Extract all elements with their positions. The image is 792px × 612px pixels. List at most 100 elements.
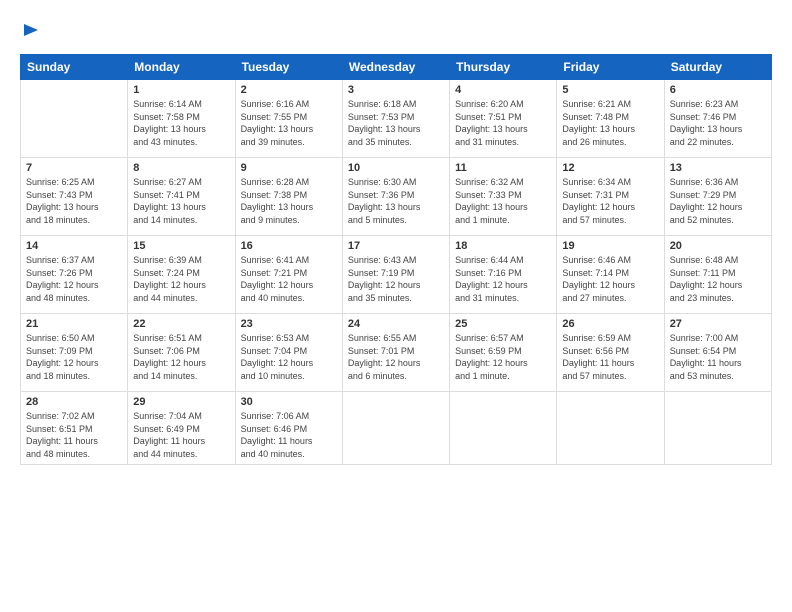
day-number: 11 bbox=[455, 162, 551, 174]
calendar-cell bbox=[21, 80, 128, 158]
calendar-cell: 27 Sunrise: 7:00 AM Sunset: 6:54 PM Dayli… bbox=[664, 314, 771, 392]
calendar-cell: 15 Sunrise: 6:39 AM Sunset: 7:24 PM Dayli… bbox=[128, 236, 235, 314]
calendar-cell: 8 Sunrise: 6:27 AM Sunset: 7:41 PM Daylig… bbox=[128, 158, 235, 236]
day-info: Sunrise: 6:59 AM Sunset: 6:56 PM Dayligh… bbox=[562, 332, 658, 382]
day-number: 6 bbox=[670, 84, 766, 96]
calendar-week-row: 7Sunrise: 6:25 AM Sunset: 7:43 PM Daylig… bbox=[21, 158, 772, 236]
day-info: Sunrise: 7:06 AM Sunset: 6:46 PM Dayligh… bbox=[241, 410, 337, 460]
day-number: 19 bbox=[562, 240, 658, 252]
calendar-cell: 16 Sunrise: 6:41 AM Sunset: 7:21 PM Dayli… bbox=[235, 236, 342, 314]
calendar-week-row: 14 Sunrise: 6:37 AM Sunset: 7:26 PM Dayli… bbox=[21, 236, 772, 314]
logo-flag-icon bbox=[22, 22, 40, 44]
calendar-cell bbox=[664, 392, 771, 465]
day-number: 29 bbox=[133, 396, 229, 408]
day-info: Sunrise: 6:39 AM Sunset: 7:24 PM Dayligh… bbox=[133, 254, 229, 304]
day-number: 26 bbox=[562, 318, 658, 330]
weekday-header-thursday: Thursday bbox=[450, 55, 557, 80]
day-info: Sunrise: 6:36 AM Sunset: 7:29 PM Dayligh… bbox=[670, 176, 766, 226]
weekday-header-monday: Monday bbox=[128, 55, 235, 80]
calendar-cell: 20 Sunrise: 6:48 AM Sunset: 7:11 PM Dayli… bbox=[664, 236, 771, 314]
day-info: Sunrise: 6:30 AM Sunset: 7:36 PM Dayligh… bbox=[348, 176, 444, 226]
calendar-week-row: 28Sunrise: 7:02 AM Sunset: 6:51 PM Dayli… bbox=[21, 392, 772, 465]
calendar-cell: 1 Sunrise: 6:14 AM Sunset: 7:58 PM Daylig… bbox=[128, 80, 235, 158]
day-info: Sunrise: 6:34 AM Sunset: 7:31 PM Dayligh… bbox=[562, 176, 658, 226]
day-number: 5 bbox=[562, 84, 658, 96]
day-info: Sunrise: 7:04 AM Sunset: 6:49 PM Dayligh… bbox=[133, 410, 229, 460]
calendar-cell: 14 Sunrise: 6:37 AM Sunset: 7:26 PM Dayli… bbox=[21, 236, 128, 314]
day-number: 4 bbox=[455, 84, 551, 96]
day-info: Sunrise: 6:55 AM Sunset: 7:01 PM Dayligh… bbox=[348, 332, 444, 382]
calendar-cell bbox=[450, 392, 557, 465]
calendar-cell: 12 Sunrise: 6:34 AM Sunset: 7:31 PM Dayli… bbox=[557, 158, 664, 236]
day-info: Sunrise: 6:14 AM Sunset: 7:58 PM Dayligh… bbox=[133, 98, 229, 148]
day-number: 22 bbox=[133, 318, 229, 330]
day-info: Sunrise: 6:44 AM Sunset: 7:16 PM Dayligh… bbox=[455, 254, 551, 304]
calendar-cell: 13 Sunrise: 6:36 AM Sunset: 7:29 PM Dayli… bbox=[664, 158, 771, 236]
calendar-cell: 30 Sunrise: 7:06 AM Sunset: 6:46 PM Dayli… bbox=[235, 392, 342, 465]
day-info: Sunrise: 6:51 AM Sunset: 7:06 PM Dayligh… bbox=[133, 332, 229, 382]
calendar-table: SundayMondayTuesdayWednesdayThursdayFrid… bbox=[20, 54, 772, 465]
calendar-cell bbox=[342, 392, 449, 465]
calendar-cell: 24 Sunrise: 6:55 AM Sunset: 7:01 PM Dayli… bbox=[342, 314, 449, 392]
calendar-cell: 23 Sunrise: 6:53 AM Sunset: 7:04 PM Dayli… bbox=[235, 314, 342, 392]
calendar-cell: 10Sunrise: 6:30 AM Sunset: 7:36 PM Dayli… bbox=[342, 158, 449, 236]
day-info: Sunrise: 7:02 AM Sunset: 6:51 PM Dayligh… bbox=[26, 410, 122, 460]
day-info: Sunrise: 6:46 AM Sunset: 7:14 PM Dayligh… bbox=[562, 254, 658, 304]
calendar-cell: 2 Sunrise: 6:16 AM Sunset: 7:55 PM Daylig… bbox=[235, 80, 342, 158]
calendar-cell: 28Sunrise: 7:02 AM Sunset: 6:51 PM Dayli… bbox=[21, 392, 128, 465]
calendar-week-row: 1 Sunrise: 6:14 AM Sunset: 7:58 PM Daylig… bbox=[21, 80, 772, 158]
weekday-header-friday: Friday bbox=[557, 55, 664, 80]
day-number: 16 bbox=[241, 240, 337, 252]
day-number: 24 bbox=[348, 318, 444, 330]
calendar-cell: 7Sunrise: 6:25 AM Sunset: 7:43 PM Daylig… bbox=[21, 158, 128, 236]
day-info: Sunrise: 6:57 AM Sunset: 6:59 PM Dayligh… bbox=[455, 332, 551, 382]
calendar-cell: 21 Sunrise: 6:50 AM Sunset: 7:09 PM Dayli… bbox=[21, 314, 128, 392]
day-number: 17 bbox=[348, 240, 444, 252]
weekday-header-tuesday: Tuesday bbox=[235, 55, 342, 80]
day-info: Sunrise: 6:53 AM Sunset: 7:04 PM Dayligh… bbox=[241, 332, 337, 382]
day-info: Sunrise: 6:25 AM Sunset: 7:43 PM Dayligh… bbox=[26, 176, 122, 226]
day-number: 15 bbox=[133, 240, 229, 252]
calendar-week-row: 21 Sunrise: 6:50 AM Sunset: 7:09 PM Dayli… bbox=[21, 314, 772, 392]
calendar-cell: 29 Sunrise: 7:04 AM Sunset: 6:49 PM Dayli… bbox=[128, 392, 235, 465]
day-info: Sunrise: 6:21 AM Sunset: 7:48 PM Dayligh… bbox=[562, 98, 658, 148]
day-info: Sunrise: 7:00 AM Sunset: 6:54 PM Dayligh… bbox=[670, 332, 766, 382]
day-info: Sunrise: 6:27 AM Sunset: 7:41 PM Dayligh… bbox=[133, 176, 229, 226]
day-number: 25 bbox=[455, 318, 551, 330]
day-info: Sunrise: 6:48 AM Sunset: 7:11 PM Dayligh… bbox=[670, 254, 766, 304]
calendar-cell: 17 Sunrise: 6:43 AM Sunset: 7:19 PM Dayli… bbox=[342, 236, 449, 314]
day-number: 12 bbox=[562, 162, 658, 174]
header bbox=[20, 18, 772, 44]
calendar-cell: 11 Sunrise: 6:32 AM Sunset: 7:33 PM Dayli… bbox=[450, 158, 557, 236]
day-info: Sunrise: 6:50 AM Sunset: 7:09 PM Dayligh… bbox=[26, 332, 122, 382]
day-number: 14 bbox=[26, 240, 122, 252]
calendar-cell: 26 Sunrise: 6:59 AM Sunset: 6:56 PM Dayli… bbox=[557, 314, 664, 392]
day-number: 27 bbox=[670, 318, 766, 330]
day-number: 9 bbox=[241, 162, 337, 174]
weekday-header-wednesday: Wednesday bbox=[342, 55, 449, 80]
calendar-cell: 5 Sunrise: 6:21 AM Sunset: 7:48 PM Daylig… bbox=[557, 80, 664, 158]
calendar-cell bbox=[557, 392, 664, 465]
calendar-cell: 18 Sunrise: 6:44 AM Sunset: 7:16 PM Dayli… bbox=[450, 236, 557, 314]
day-info: Sunrise: 6:37 AM Sunset: 7:26 PM Dayligh… bbox=[26, 254, 122, 304]
day-info: Sunrise: 6:32 AM Sunset: 7:33 PM Dayligh… bbox=[455, 176, 551, 226]
day-number: 2 bbox=[241, 84, 337, 96]
day-number: 1 bbox=[133, 84, 229, 96]
day-info: Sunrise: 6:43 AM Sunset: 7:19 PM Dayligh… bbox=[348, 254, 444, 304]
day-info: Sunrise: 6:41 AM Sunset: 7:21 PM Dayligh… bbox=[241, 254, 337, 304]
weekday-header-sunday: Sunday bbox=[21, 55, 128, 80]
day-number: 21 bbox=[26, 318, 122, 330]
day-number: 30 bbox=[241, 396, 337, 408]
day-info: Sunrise: 6:16 AM Sunset: 7:55 PM Dayligh… bbox=[241, 98, 337, 148]
weekday-header-row: SundayMondayTuesdayWednesdayThursdayFrid… bbox=[21, 55, 772, 80]
day-number: 8 bbox=[133, 162, 229, 174]
day-number: 18 bbox=[455, 240, 551, 252]
day-info: Sunrise: 6:20 AM Sunset: 7:51 PM Dayligh… bbox=[455, 98, 551, 148]
day-number: 13 bbox=[670, 162, 766, 174]
day-number: 23 bbox=[241, 318, 337, 330]
calendar-cell: 19 Sunrise: 6:46 AM Sunset: 7:14 PM Dayli… bbox=[557, 236, 664, 314]
weekday-header-saturday: Saturday bbox=[664, 55, 771, 80]
day-number: 20 bbox=[670, 240, 766, 252]
calendar-cell: 9Sunrise: 6:28 AM Sunset: 7:38 PM Daylig… bbox=[235, 158, 342, 236]
page: SundayMondayTuesdayWednesdayThursdayFrid… bbox=[0, 0, 792, 612]
